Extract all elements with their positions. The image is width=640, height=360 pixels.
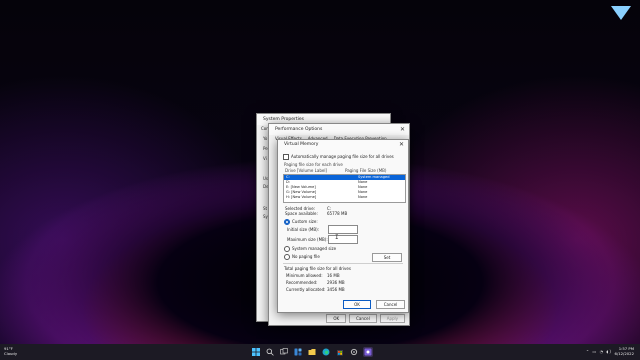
- cancel-button[interactable]: Cancel: [349, 314, 377, 323]
- space-available-value: 65778 MB: [327, 211, 348, 216]
- drive-letter: H: [New Volume]: [286, 195, 317, 199]
- clock-date: 6/12/2022: [614, 351, 634, 356]
- side-label: Yo: [263, 136, 268, 141]
- edge-icon[interactable]: [321, 347, 331, 357]
- custom-size-radio[interactable]: [284, 219, 290, 225]
- weather-condition: Cloudy: [4, 351, 18, 356]
- weather-widget[interactable]: 91°F Cloudy: [4, 346, 17, 356]
- photos-icon[interactable]: [363, 347, 373, 357]
- min-allowed-label: Minimum allowed:: [286, 273, 323, 278]
- taskbar-apps: [251, 347, 373, 357]
- settings-icon[interactable]: [349, 347, 359, 357]
- drive-row[interactable]: H: [New Volume] None: [284, 195, 405, 200]
- auto-manage-row[interactable]: Automatically manage paging file size fo…: [283, 154, 394, 160]
- custom-size-row[interactable]: Custom size:: [284, 219, 318, 225]
- currently-allocated-value: 3456 MB: [327, 287, 345, 292]
- maximum-size-input[interactable]: [328, 235, 358, 244]
- system-managed-label: System managed size: [292, 246, 337, 251]
- divider: [283, 263, 403, 264]
- widgets-icon[interactable]: [293, 347, 303, 357]
- set-button[interactable]: Set: [372, 253, 402, 262]
- file-explorer-icon[interactable]: [307, 347, 317, 357]
- maximum-size-label: Maximum size (MB):: [287, 237, 328, 242]
- space-available-label: Space available:: [285, 211, 318, 216]
- virtual-memory-titlebar: Virtual Memory ✕: [278, 140, 408, 150]
- clock[interactable]: 1:57 PM 6/12/2022: [615, 346, 634, 356]
- search-icon[interactable]: [265, 347, 275, 357]
- drive-list[interactable]: C: System managed D: None E: [New Volume] N…: [283, 174, 406, 203]
- paging-group-label: Paging file size for each drive: [284, 162, 343, 167]
- system-managed-radio[interactable]: [284, 246, 290, 252]
- min-allowed-value: 16 MB: [327, 273, 340, 278]
- ok-button[interactable]: OK: [343, 300, 371, 309]
- initial-size-input[interactable]: [328, 225, 358, 234]
- apply-button[interactable]: Apply: [379, 314, 405, 323]
- taskbar: 91°F Cloudy ⌃ ▭ ◔ ◖) 1:57 PM 6/12/2022: [0, 344, 640, 360]
- no-paging-radio[interactable]: [284, 254, 290, 260]
- no-paging-label: No paging file: [292, 254, 320, 259]
- system-tray-icons[interactable]: ⌃ ▭ ◔ ◖): [586, 349, 612, 354]
- virtual-memory-title: Virtual Memory: [284, 142, 319, 147]
- column-header-drive: Drive [Volume Label]: [285, 168, 327, 173]
- ok-button[interactable]: OK: [326, 314, 347, 323]
- auto-manage-checkbox[interactable]: [283, 154, 289, 160]
- system-managed-row[interactable]: System managed size: [284, 246, 336, 252]
- text-cursor-icon: I: [335, 234, 339, 241]
- performance-options-title-text: Performance Options: [275, 127, 323, 132]
- watermark-logo: [610, 6, 632, 32]
- currently-allocated-label: Currently allocated:: [286, 287, 326, 292]
- recommended-value: 2936 MB: [327, 280, 345, 285]
- no-paging-row[interactable]: No paging file: [284, 254, 320, 260]
- column-header-size: Paging File Size (MB): [345, 168, 387, 173]
- side-label: St: [263, 206, 268, 211]
- performance-options-title: Performance Options ✕: [269, 124, 409, 135]
- task-view-icon[interactable]: [279, 347, 289, 357]
- custom-size-label: Custom size:: [292, 219, 318, 224]
- initial-size-label: Initial size (MB):: [287, 227, 320, 232]
- store-icon[interactable]: [335, 347, 345, 357]
- drive-paging-size: None: [358, 195, 368, 199]
- side-label: Vi: [263, 156, 267, 161]
- windows-start-icon[interactable]: [251, 347, 261, 357]
- performance-button-row: OK Cancel Apply: [326, 314, 405, 323]
- auto-manage-label: Automatically manage paging file size fo…: [291, 154, 394, 159]
- cancel-button[interactable]: Cancel: [376, 300, 405, 309]
- recommended-label: Recommended:: [286, 280, 318, 285]
- close-icon[interactable]: ✕: [399, 140, 404, 150]
- close-icon[interactable]: ✕: [400, 124, 405, 135]
- total-label: Total paging file size for all drives: [284, 266, 351, 271]
